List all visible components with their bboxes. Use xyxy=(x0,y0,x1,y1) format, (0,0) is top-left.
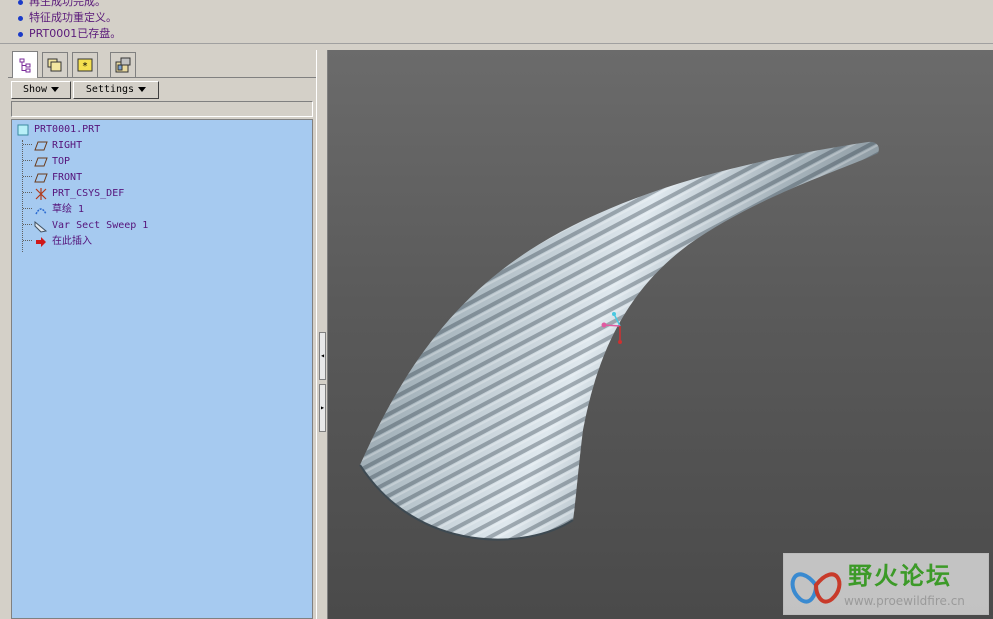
tree-item-right[interactable]: RIGHT xyxy=(34,138,82,154)
favorites-icon: * xyxy=(77,58,93,72)
tree-item-label: RIGHT xyxy=(52,140,83,151)
bullet-icon xyxy=(18,15,23,21)
insert-here-arrow-icon xyxy=(34,235,48,249)
message-text: 再生成功完成。 xyxy=(29,0,106,8)
navigator-tab-strip: * xyxy=(8,50,316,78)
navigator-panel: * Show Settings PRT0001.PRT RIGHT TOP FR… xyxy=(8,50,316,619)
datum-plane-icon xyxy=(34,171,48,185)
settings-label: Settings xyxy=(85,84,135,95)
message-line: 特征成功重定义。 xyxy=(18,10,117,25)
tab-folder-browser[interactable] xyxy=(42,52,68,77)
show-dropdown-button[interactable]: Show xyxy=(11,81,71,99)
expand-arrow-icon: ▸ xyxy=(320,403,325,412)
bullet-icon xyxy=(18,31,23,37)
watermark-title: 野火论坛 xyxy=(848,562,952,590)
datum-plane-icon xyxy=(34,155,48,169)
tree-connector-line xyxy=(23,224,32,225)
show-label: Show xyxy=(22,84,48,95)
sketch-icon xyxy=(34,203,48,217)
dropdown-arrow-icon xyxy=(51,86,60,92)
collapse-arrow-icon: ◂ xyxy=(320,351,325,360)
part-icon xyxy=(16,123,30,137)
tree-item-label: Var Sect Sweep 1 xyxy=(52,220,149,231)
expand-panel-button[interactable]: ▸ xyxy=(319,384,326,432)
tree-item-label: TOP xyxy=(52,156,71,167)
tree-connector-line xyxy=(22,140,23,252)
tree-item-root[interactable]: PRT0001.PRT xyxy=(16,122,100,138)
tree-item-insert-here[interactable]: 在此插入 xyxy=(34,234,92,250)
tree-item-sketch[interactable]: 草绘 1 xyxy=(34,202,84,218)
datum-plane-icon xyxy=(34,139,48,153)
tree-connector-line xyxy=(23,240,32,241)
collapse-panel-button[interactable]: ◂ xyxy=(319,332,326,380)
svg-text:*: * xyxy=(83,61,88,72)
tree-item-front[interactable]: FRONT xyxy=(34,170,82,186)
message-text: 特征成功重定义。 xyxy=(29,11,117,24)
panel-splitter[interactable]: ◂ ▸ xyxy=(316,50,328,619)
tree-item-csys[interactable]: PRT_CSYS_DEF xyxy=(34,186,124,202)
tree-filter-bar[interactable] xyxy=(11,101,313,117)
graphics-window[interactable] xyxy=(328,50,993,619)
tree-connector-line xyxy=(23,144,32,145)
folder-browser-icon xyxy=(47,58,62,72)
watermark-logo xyxy=(790,572,842,604)
bullet-icon xyxy=(18,0,23,5)
horn-ribbing xyxy=(360,141,879,540)
watermark-url: www.proewildfire.cn xyxy=(844,594,965,608)
coordinate-system-icon xyxy=(34,187,48,201)
message-line: 再生成功完成。 xyxy=(18,0,106,9)
tree-connector-line xyxy=(23,208,32,209)
tree-item-top[interactable]: TOP xyxy=(34,154,70,170)
horn-model[interactable] xyxy=(328,50,993,619)
tab-favorites[interactable]: * xyxy=(72,52,98,77)
model-tree: PRT0001.PRT RIGHT TOP FRONT PRT_CSYS_DEF xyxy=(11,119,313,619)
tree-item-sweep[interactable]: Var Sect Sweep 1 xyxy=(34,218,148,234)
settings-dropdown-button[interactable]: Settings xyxy=(73,81,159,99)
model-tree-icon xyxy=(19,58,31,73)
tab-connections[interactable] xyxy=(110,52,136,77)
tab-model-tree[interactable] xyxy=(12,51,38,78)
tree-item-label: 草绘 1 xyxy=(52,204,85,215)
message-area: 再生成功完成。 特征成功重定义。 PRT0001已存盘。 xyxy=(0,0,993,44)
tree-item-label: PRT0001.PRT xyxy=(34,124,101,135)
sweep-feature-icon xyxy=(34,219,48,233)
tree-item-label: PRT_CSYS_DEF xyxy=(52,188,125,199)
message-text: PRT0001已存盘。 xyxy=(29,27,122,40)
connections-icon xyxy=(115,57,131,73)
tree-connector-line xyxy=(23,160,32,161)
tree-connector-line xyxy=(23,192,32,193)
tree-item-label: 在此插入 xyxy=(52,236,92,247)
tree-toolbar: Show Settings xyxy=(11,81,311,99)
dropdown-arrow-icon xyxy=(138,86,147,92)
forum-watermark: 野火论坛 www.proewildfire.cn xyxy=(783,553,989,615)
tree-item-label: FRONT xyxy=(52,172,83,183)
message-line: PRT0001已存盘。 xyxy=(18,26,121,41)
tree-connector-line xyxy=(23,176,32,177)
